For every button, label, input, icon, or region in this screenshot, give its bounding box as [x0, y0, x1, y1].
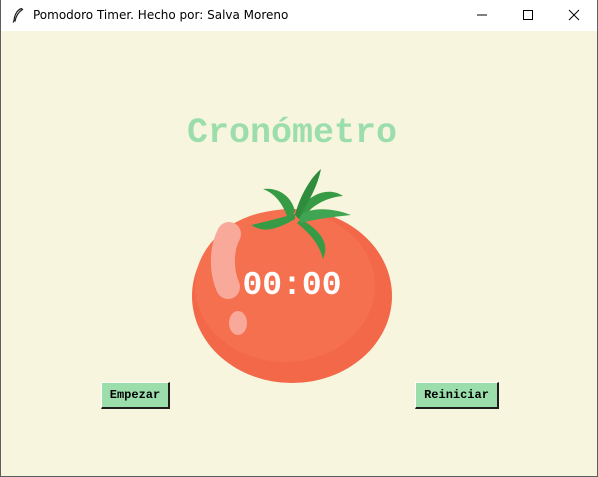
timer-display: 00:00 — [242, 267, 342, 304]
app-window: Pomodoro Timer. Hecho por: Salva Moreno … — [0, 0, 598, 477]
close-button[interactable] — [551, 0, 597, 31]
close-icon — [568, 6, 580, 25]
window-title: Pomodoro Timer. Hecho por: Salva Moreno — [33, 8, 289, 22]
page-title: Cronómetro — [186, 113, 398, 153]
maximize-icon — [522, 6, 534, 25]
feather-icon — [10, 7, 26, 23]
minimize-icon — [476, 6, 488, 25]
start-button[interactable]: Empezar — [101, 382, 170, 409]
title-bar[interactable]: Pomodoro Timer. Hecho por: Salva Moreno — [1, 0, 597, 31]
app-canvas: Cronómetro 00:00 Empezar Reiniciar — [1, 31, 597, 476]
minimize-button[interactable] — [459, 0, 505, 31]
maximize-button[interactable] — [505, 0, 551, 31]
reset-button[interactable]: Reiniciar — [415, 382, 499, 409]
